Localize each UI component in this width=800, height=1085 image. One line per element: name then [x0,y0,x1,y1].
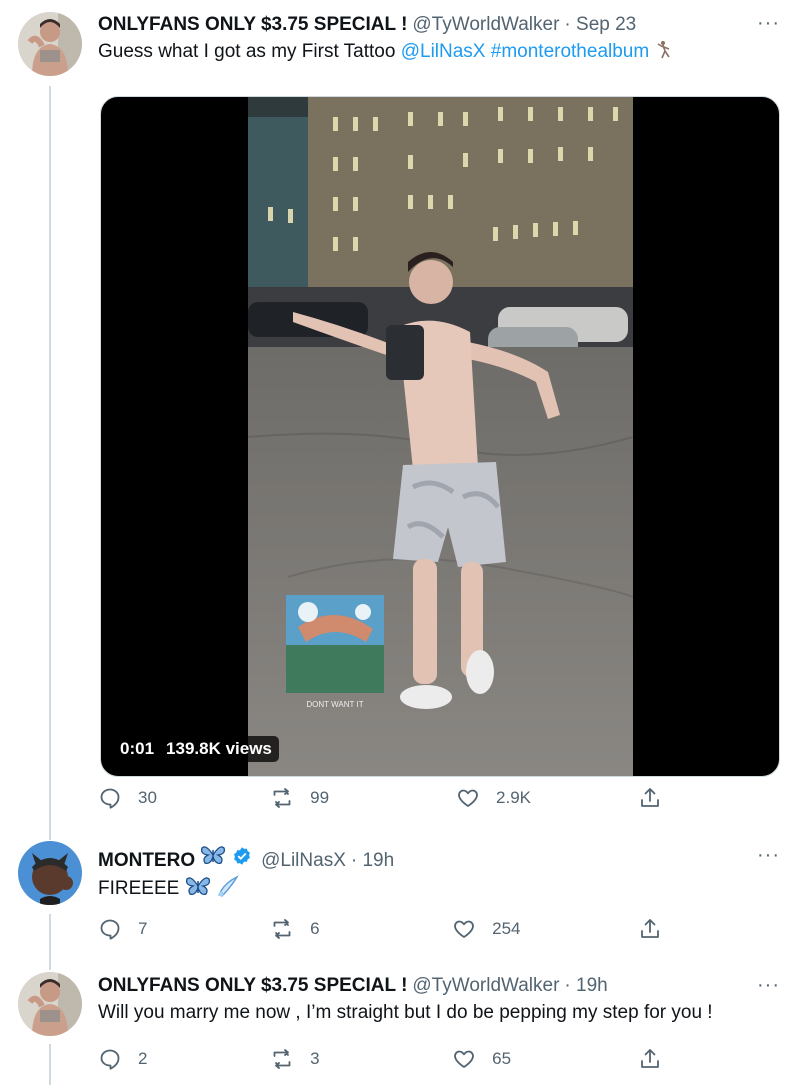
mention-link[interactable]: @LilNasX [401,41,486,62]
author-name[interactable]: ONLYFANS ONLY $3.75 SPECIAL ! [98,974,407,998]
like-icon [458,789,478,807]
share-icon [641,788,659,807]
dancer-icon [654,40,674,68]
reply-icon [100,788,120,809]
retweet-icon [273,1049,291,1069]
reply-count: 7 [138,919,148,938]
video-timestamp: 0:01 [120,739,155,758]
author-handle[interactable]: @LilNasX [261,849,346,873]
reply-icon [100,1049,120,1070]
comet-icon [216,875,240,905]
avatar[interactable] [18,12,82,76]
like-button[interactable]: 2.9K [456,786,638,810]
timestamp[interactable]: · 19h [564,974,607,998]
butterfly-icon [200,844,226,873]
like-count: 254 [492,919,521,938]
share-icon [641,1049,659,1068]
video-thumbnail: DONT WANT IT [247,97,634,776]
tweet-text: FIREEEE [98,875,780,905]
share-button[interactable] [638,917,678,941]
more-icon[interactable]: ··· [757,974,780,997]
more-icon[interactable]: ··· [757,844,780,867]
like-icon [454,920,474,938]
author-handle[interactable]: @TyWorldWalker [412,974,559,998]
verified-icon [232,846,252,866]
tweet-text: Will you marry me now , I’m straight but… [98,1002,713,1023]
retweet-count: 6 [310,919,320,938]
video-player[interactable]: DONT WANT IT 0:01 139.8K views [100,96,780,777]
author-handle[interactable]: @TyWorldWalker [412,13,559,37]
avatar[interactable] [18,972,82,1036]
reply-count: 2 [138,1049,148,1068]
share-button[interactable] [638,786,678,810]
tweet[interactable]: ONLYFANS ONLY $3.75 SPECIAL ! @TyWorldWa… [0,968,800,1085]
timestamp[interactable]: · 19h [351,849,394,873]
more-icon[interactable]: ··· [757,12,780,35]
reply-button[interactable]: 30 [98,786,270,810]
butterfly-icon [185,875,211,905]
video-views: 139.8K views [166,739,272,758]
like-button[interactable]: 254 [452,917,638,941]
like-icon [454,1050,474,1068]
retweet-button[interactable]: 3 [270,1047,452,1071]
share-icon [641,919,659,938]
video-info-badge: 0:01 139.8K views [113,736,279,762]
author-name[interactable]: MONTERO [98,849,195,873]
reply-count: 30 [138,788,157,807]
like-button[interactable]: 65 [452,1047,638,1071]
avatar[interactable] [18,841,82,905]
reply-button[interactable]: 7 [98,917,270,941]
retweet-icon [273,788,291,808]
reply-icon [100,919,120,940]
album-caption: DONT WANT IT [306,700,363,709]
timestamp[interactable]: · Sep 23 [564,13,636,37]
tweet-text: Guess what I got as my First Tattoo @Lil… [98,39,780,68]
retweet-icon [273,919,291,939]
reply-button[interactable]: 2 [98,1047,270,1071]
hashtag-link[interactable]: #monterothealbum [491,41,649,62]
tweet-text-plain: FIREEEE [98,878,180,899]
share-button[interactable] [638,1047,678,1071]
retweet-count: 3 [310,1049,320,1068]
retweet-button[interactable]: 99 [270,786,456,810]
like-count: 2.9K [496,788,532,807]
tweet-text-plain: Guess what I got as my First Tattoo [98,41,401,62]
retweet-button[interactable]: 6 [270,917,452,941]
tweet[interactable]: ONLYFANS ONLY $3.75 SPECIAL ! @TyWorldWa… [0,10,800,830]
tweet[interactable]: MONTERO @LilNasX · 19h FIREEEE ··· 7 6 2… [0,838,800,958]
author-name[interactable]: ONLYFANS ONLY $3.75 SPECIAL ! [98,13,407,37]
like-count: 65 [492,1049,512,1068]
retweet-count: 99 [310,788,330,807]
